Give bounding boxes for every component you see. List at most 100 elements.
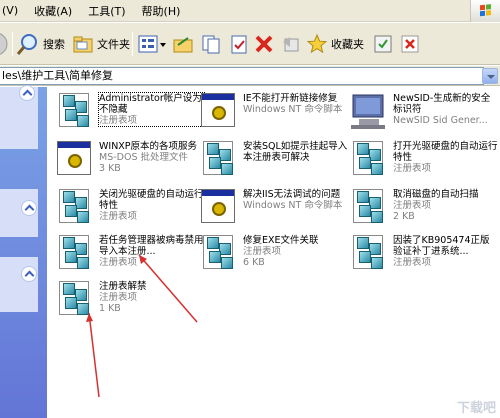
- forward-button[interactable]: [0, 23, 8, 65]
- file-type: 注册表项: [393, 200, 432, 211]
- file-name: 解决IIS无法调试的问题: [243, 189, 341, 200]
- undo-icon: [283, 37, 299, 52]
- registry-file-icon: [199, 139, 239, 179]
- menu-view[interactable]: (V): [2, 4, 18, 17]
- media-icon: [374, 35, 392, 53]
- favorites-label: 收藏夹: [331, 38, 364, 51]
- file-type: 注册表项: [99, 292, 138, 303]
- computer-icon: [351, 94, 385, 129]
- file-size: 3 KB: [99, 163, 121, 174]
- file-type: 注册表项: [393, 257, 432, 268]
- search-icon: [16, 34, 37, 55]
- delete-icon: [255, 35, 273, 53]
- paste-button[interactable]: [228, 23, 250, 65]
- star-icon: [306, 33, 328, 54]
- file-name: 修复EXE文件关联: [243, 235, 319, 246]
- file-name: 安装SQL如提示挂起导入本注册表可解决: [243, 141, 348, 163]
- file-name: 注册表解禁: [99, 281, 147, 292]
- file-name: 关闭光驱硬盘的自动运行特性: [99, 189, 204, 211]
- folders-icon: [73, 36, 93, 53]
- registry-file-icon: [55, 91, 95, 131]
- delete-button[interactable]: [254, 23, 274, 65]
- file-name: 打开光驱硬盘的自动运行特性: [393, 141, 498, 163]
- task-panel: [0, 257, 38, 312]
- address-bar: les\维护工具\简单修复: [0, 66, 500, 86]
- file-name: 因装了KB905474正版验证补丁进系统...: [393, 235, 490, 257]
- menu-tools[interactable]: 工具(T): [88, 3, 125, 19]
- toolbar-separator: [132, 32, 133, 56]
- media-button[interactable]: [373, 23, 393, 65]
- file-type: 注册表项: [99, 211, 138, 222]
- file-item[interactable]: 因装了KB905474正版验证补丁进系统... 注册表项: [349, 233, 499, 279]
- close-icon: [401, 35, 419, 53]
- file-list: Administrator帐户设为不隐藏 注册表项 IE不能打开新链接修复 Wi…: [47, 87, 500, 418]
- file-type: MS-DOS 批处理文件: [99, 152, 188, 163]
- file-item[interactable]: 安装SQL如提示挂起导入本注册表可解决: [199, 139, 349, 185]
- file-size: 6 KB: [243, 257, 265, 268]
- registry-file-icon: [199, 233, 239, 273]
- file-name: NewSID-生成新的安全标识符: [393, 93, 491, 115]
- file-item[interactable]: Administrator帐户设为不隐藏 注册表项: [55, 91, 205, 137]
- views-icon: [138, 35, 166, 53]
- windows-logo-icon: [470, 0, 500, 22]
- collapse-chevron-icon[interactable]: [21, 200, 37, 216]
- forward-arrow-icon: [0, 33, 8, 55]
- file-type: 注册表项: [393, 163, 432, 174]
- task-pane: [0, 85, 47, 418]
- registry-file-icon: [349, 139, 389, 179]
- registry-file-icon: [349, 187, 389, 227]
- folders-button[interactable]: 文件夹: [72, 23, 130, 65]
- file-name: Administrator帐户设为不隐藏: [99, 93, 202, 115]
- file-name: WINXP原本的各项服务: [99, 141, 198, 152]
- watermark: 下载吧: [456, 401, 496, 416]
- copy-icon: [202, 35, 220, 54]
- file-type: 注册表项: [243, 246, 282, 257]
- toolbar-separator: [12, 32, 13, 56]
- registry-file-icon: [55, 233, 95, 273]
- file-type: 注册表项: [99, 257, 138, 268]
- script-file-icon: [199, 187, 239, 227]
- menu-help[interactable]: 帮助(H): [142, 3, 181, 19]
- batch-file-icon: [55, 139, 95, 179]
- address-dropdown-button[interactable]: [482, 68, 498, 84]
- favorites-button[interactable]: 收藏夹: [306, 23, 364, 65]
- file-item[interactable]: 注册表解禁 注册表项 1 KB: [55, 279, 205, 325]
- file-item[interactable]: 若任务管理器被病毒禁用导入本注册... 注册表项: [55, 233, 205, 279]
- paste-icon: [231, 35, 247, 54]
- file-type: NewSID Sid Gener...: [393, 115, 488, 126]
- file-item[interactable]: NewSID-生成新的安全标识符 NewSID Sid Gener...: [349, 91, 499, 137]
- collapse-chevron-icon[interactable]: [19, 85, 35, 101]
- search-label: 搜索: [43, 38, 65, 51]
- collapse-chevron-icon[interactable]: [21, 266, 37, 282]
- file-name: 取消磁盘的自动扫描: [393, 189, 479, 200]
- registry-file-icon: [55, 187, 95, 227]
- file-size: 1 KB: [99, 303, 121, 314]
- file-type: Windows NT 命令脚本: [243, 104, 343, 115]
- folders-label: 文件夹: [97, 38, 130, 51]
- registry-file-icon: [55, 279, 95, 319]
- copy-button[interactable]: [200, 23, 222, 65]
- file-name: IE不能打开新链接修复: [243, 93, 338, 104]
- file-item[interactable]: 打开光驱硬盘的自动运行特性 注册表项: [349, 139, 499, 185]
- search-button[interactable]: 搜索: [16, 23, 65, 65]
- close-doc-button[interactable]: [400, 23, 420, 65]
- file-item[interactable]: IE不能打开新链接修复 Windows NT 命令脚本: [199, 91, 349, 137]
- file-item[interactable]: WINXP原本的各项服务 MS-DOS 批处理文件 3 KB: [55, 139, 205, 185]
- menu-favorites[interactable]: 收藏(A): [34, 3, 72, 19]
- folder-icon: [173, 37, 193, 53]
- file-size: 2 KB: [393, 211, 415, 222]
- file-item[interactable]: 取消磁盘的自动扫描 注册表项 2 KB: [349, 187, 499, 233]
- file-item[interactable]: 修复EXE文件关联 注册表项 6 KB: [199, 233, 349, 279]
- folder-up-button[interactable]: [172, 23, 194, 65]
- file-item[interactable]: 解决IIS无法调试的问题 Windows NT 命令脚本: [199, 187, 349, 233]
- file-item[interactable]: 关闭光驱硬盘的自动运行特性 注册表项: [55, 187, 205, 233]
- file-type: 注册表项: [99, 115, 138, 126]
- file-type: Windows NT 命令脚本: [243, 200, 343, 211]
- views-button[interactable]: [138, 23, 168, 65]
- address-input[interactable]: les\维护工具\简单修复: [0, 67, 484, 85]
- menu-bar: (V) 收藏(A) 工具(T) 帮助(H): [0, 0, 500, 22]
- toolbar: 搜索 文件夹 收藏夹: [0, 23, 500, 65]
- file-name: 若任务管理器被病毒禁用导入本注册...: [99, 235, 204, 257]
- registry-file-icon: [349, 233, 389, 273]
- undo-button[interactable]: [280, 23, 302, 65]
